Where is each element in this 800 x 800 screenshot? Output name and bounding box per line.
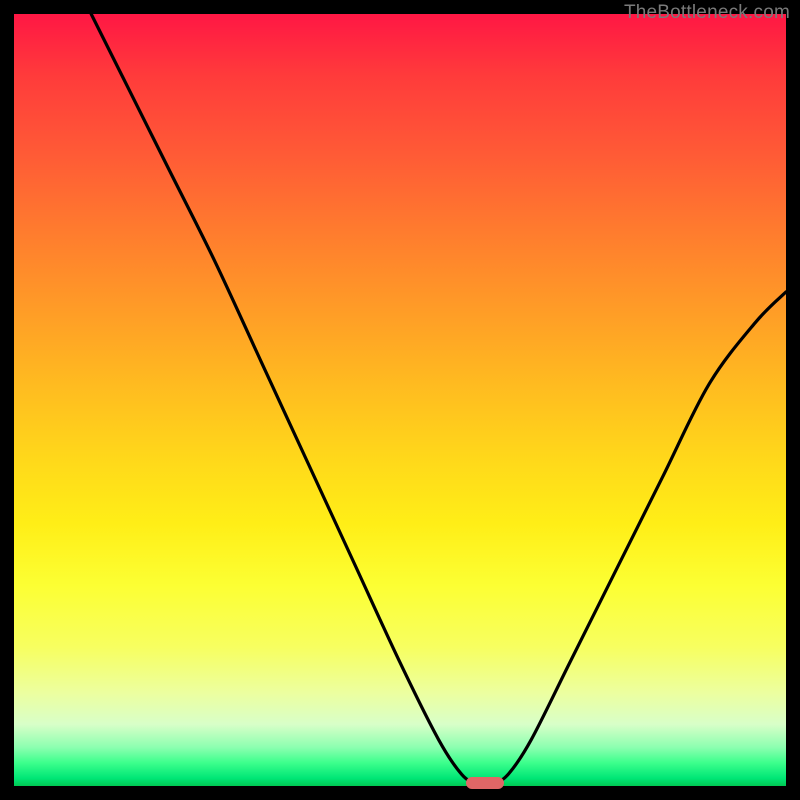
chart-plot-area xyxy=(14,14,786,786)
optimal-marker xyxy=(466,777,505,789)
chart-frame: TheBottleneck.com xyxy=(0,0,800,800)
curve-path xyxy=(91,14,786,785)
attribution-label: TheBottleneck.com xyxy=(624,2,790,24)
bottleneck-curve xyxy=(14,14,786,786)
